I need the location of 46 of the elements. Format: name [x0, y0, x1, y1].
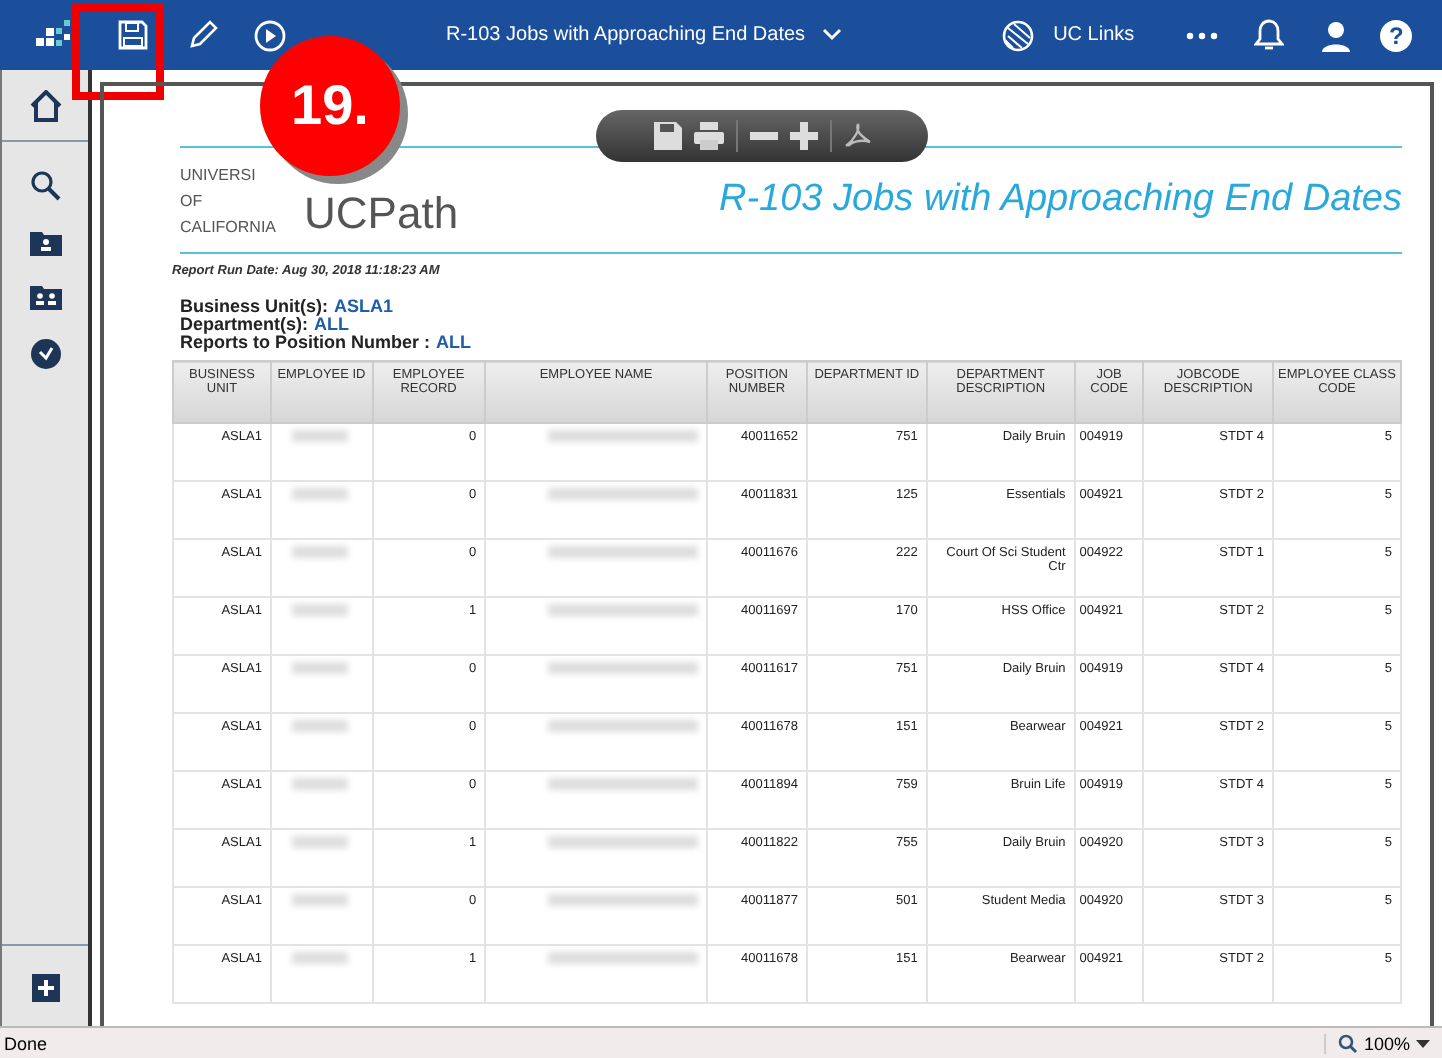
uc-links-link[interactable]: UC Links	[1053, 24, 1135, 46]
help-button[interactable]: ?	[1380, 19, 1413, 51]
save-icon[interactable]	[118, 20, 148, 50]
filter-value: ALL	[436, 332, 472, 352]
redacted-text	[291, 952, 347, 964]
bell-icon[interactable]	[1254, 18, 1285, 52]
user-icon[interactable]	[1320, 19, 1353, 51]
redacted-text	[291, 778, 347, 790]
chevron-down-icon	[821, 28, 842, 42]
filter-value: ASLA1	[334, 296, 394, 316]
pdf-icon[interactable]	[843, 122, 871, 150]
redacted-text	[291, 662, 347, 674]
report-title: R-103 Jobs with Approaching End Dates	[719, 178, 1402, 222]
redacted-text	[291, 720, 347, 732]
more-icon[interactable]	[1186, 31, 1219, 39]
redacted-text	[291, 488, 347, 500]
zoom-in-icon[interactable]	[789, 122, 817, 150]
pencil-icon[interactable]	[188, 20, 218, 50]
filter-label: Business Unit(s):	[180, 296, 329, 316]
caret-icon[interactable]	[1416, 1039, 1430, 1047]
save-icon[interactable]	[653, 122, 681, 150]
folder-person-icon[interactable]	[29, 230, 61, 256]
check-circle-icon[interactable]	[29, 338, 61, 370]
redacted-text	[291, 894, 347, 906]
add-icon[interactable]	[31, 974, 59, 1002]
zoom-icon	[1337, 1033, 1358, 1053]
filter-label: Department(s):	[180, 314, 309, 334]
report-title-menu[interactable]: R-103 Jobs with Approaching End Dates	[446, 24, 842, 46]
redacted-text	[291, 546, 347, 558]
filter-value: ALL	[314, 314, 350, 334]
home-icon[interactable]	[27, 90, 63, 122]
print-icon[interactable]	[693, 122, 723, 150]
redacted-text	[291, 604, 347, 616]
folder-people-icon[interactable]	[29, 284, 61, 310]
filter-label: Reports to Position Number :	[180, 332, 431, 352]
zoom-level[interactable]: 100%	[1363, 1033, 1410, 1053]
logo-brand: UCPath	[304, 191, 459, 235]
logo-text: UNIVERSI	[180, 163, 258, 187]
logo-text: OF	[180, 189, 205, 213]
play-icon[interactable]	[254, 19, 286, 51]
search-icon[interactable]	[29, 170, 61, 202]
redacted-text	[291, 430, 347, 442]
status-text: Done	[4, 1033, 48, 1053]
grid-logo-icon[interactable]	[36, 19, 72, 51]
logo-text: CALIFORNIA	[180, 215, 277, 239]
redacted-text	[291, 836, 347, 848]
